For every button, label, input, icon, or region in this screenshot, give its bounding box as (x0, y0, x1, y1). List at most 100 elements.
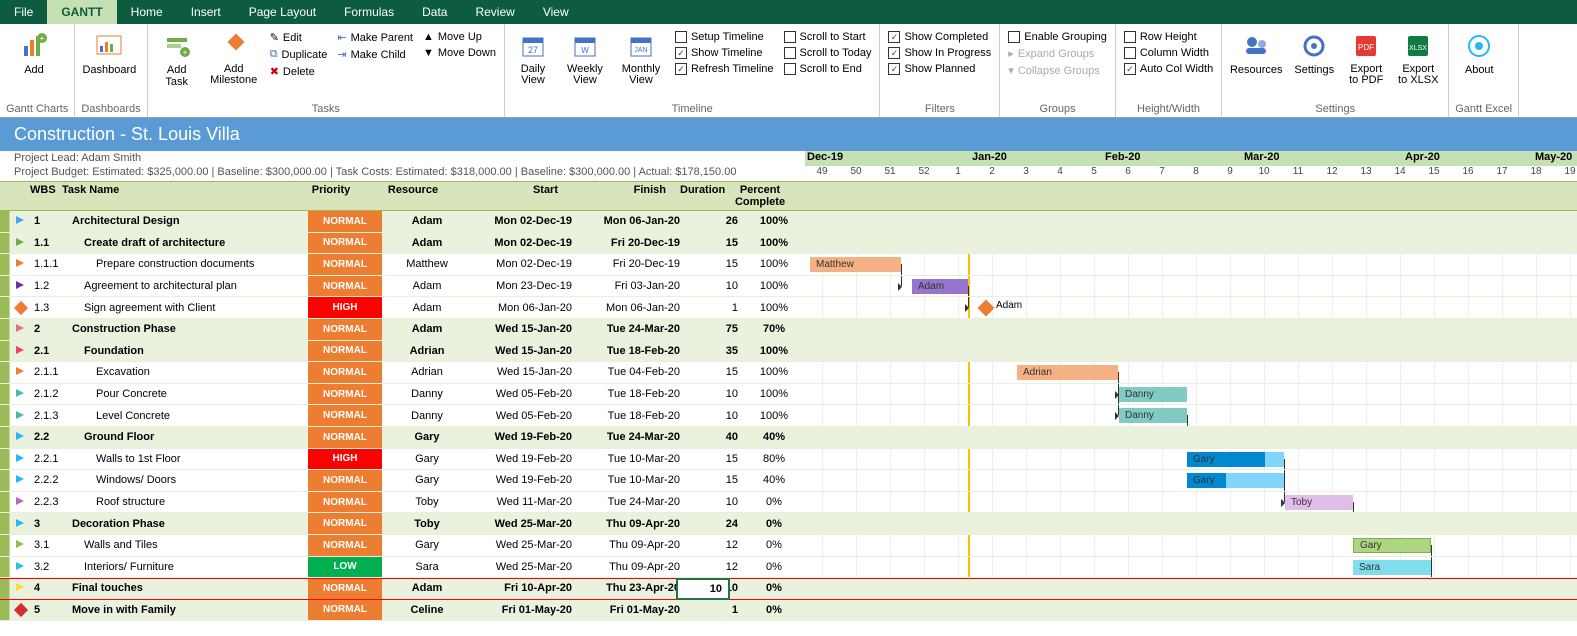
duration-cell[interactable]: 26 (690, 215, 744, 227)
wbs-cell[interactable]: 2.2.2 (30, 474, 72, 486)
task-name-cell[interactable]: Construction Phase (72, 323, 308, 335)
duration-cell[interactable]: 15 (690, 453, 744, 465)
priority-cell[interactable]: NORMAL (308, 405, 382, 426)
finish-cell[interactable]: Tue 18-Feb-20 (582, 410, 690, 422)
task-name-cell[interactable]: Foundation (72, 345, 308, 357)
about-button[interactable]: About (1455, 28, 1503, 78)
duration-cell[interactable]: 75 (690, 323, 744, 335)
duration-cell[interactable]: 10 (690, 280, 744, 292)
task-row[interactable]: 2.2.1Walls to 1st FloorHIGHGaryWed 19-Fe… (0, 449, 1577, 471)
priority-cell[interactable]: NORMAL (308, 233, 382, 254)
percent-cell[interactable]: 0% (744, 561, 804, 573)
tab-review[interactable]: Review (461, 0, 528, 24)
make-parent-button[interactable]: ⇤Make Parent (335, 30, 415, 45)
duration-cell[interactable]: 12 (690, 561, 744, 573)
task-name-cell[interactable]: Final touches (72, 582, 308, 594)
task-row[interactable]: 1.2Agreement to architectural planNORMAL… (0, 276, 1577, 298)
start-cell[interactable]: Wed 15-Jan-20 (472, 345, 582, 357)
task-name-cell[interactable]: Architectural Design (72, 215, 308, 227)
daily-view-button[interactable]: 27 Daily View (511, 28, 555, 88)
finish-cell[interactable]: Tue 10-Mar-20 (582, 474, 690, 486)
task-row[interactable]: 5Move in with FamilyNORMALCelineFri 01-M… (0, 600, 1577, 622)
resource-cell[interactable]: Danny (382, 388, 472, 400)
priority-cell[interactable]: NORMAL (308, 319, 382, 340)
finish-cell[interactable]: Tue 18-Feb-20 (582, 388, 690, 400)
scroll-end-button[interactable]: Scroll to End (782, 62, 874, 76)
resource-cell[interactable]: Celine (382, 604, 472, 616)
export-xlsx-button[interactable]: XLSX Export to XLSX (1394, 28, 1442, 88)
start-cell[interactable]: Wed 25-Mar-20 (472, 561, 582, 573)
priority-cell[interactable]: NORMAL (308, 492, 382, 513)
wbs-cell[interactable]: 2.1.2 (30, 388, 72, 400)
show-timeline-button[interactable]: ✓Show Timeline (673, 46, 776, 60)
percent-cell[interactable]: 100% (744, 366, 804, 378)
percent-cell[interactable]: 0% (744, 604, 804, 616)
wbs-cell[interactable]: 3 (30, 518, 72, 530)
wbs-cell[interactable]: 1.2 (30, 280, 72, 292)
start-cell[interactable]: Mon 06-Jan-20 (472, 302, 582, 314)
collapse-groups-button[interactable]: ▾Collapse Groups (1006, 63, 1109, 78)
priority-cell[interactable]: NORMAL (308, 362, 382, 383)
task-name-cell[interactable]: Sign agreement with Client (72, 302, 308, 314)
percent-cell[interactable]: 100% (744, 302, 804, 314)
resource-cell[interactable]: Gary (382, 474, 472, 486)
scroll-start-button[interactable]: Scroll to Start (782, 30, 874, 44)
col-width-button[interactable]: Column Width (1122, 46, 1215, 60)
duration-cell[interactable]: 35 (690, 345, 744, 357)
task-name-cell[interactable]: Move in with Family (72, 604, 308, 616)
task-name-cell[interactable]: Interiors/ Furniture (72, 561, 308, 573)
wbs-cell[interactable]: 2.2 (30, 431, 72, 443)
start-cell[interactable]: Wed 19-Feb-20 (472, 431, 582, 443)
monthly-view-button[interactable]: JAN Monthly View (615, 28, 667, 88)
finish-cell[interactable]: Tue 04-Feb-20 (582, 366, 690, 378)
wbs-cell[interactable]: 2.2.1 (30, 453, 72, 465)
task-name-cell[interactable]: Decoration Phase (72, 518, 308, 530)
resource-cell[interactable]: Gary (382, 539, 472, 551)
refresh-timeline-button[interactable]: ✓Refresh Timeline (673, 62, 776, 76)
settings-button[interactable]: Settings (1290, 28, 1338, 78)
finish-cell[interactable]: Tue 24-Mar-20 (582, 496, 690, 508)
resource-cell[interactable]: Adrian (382, 345, 472, 357)
priority-cell[interactable]: NORMAL (308, 578, 382, 599)
finish-header[interactable]: Finish (568, 182, 676, 198)
percent-cell[interactable]: 80% (744, 453, 804, 465)
make-child-button[interactable]: ⇥Make Child (335, 47, 415, 62)
tab-gantt[interactable]: GANTT (47, 0, 116, 24)
duration-cell[interactable]: 10 (690, 582, 744, 594)
percent-cell[interactable]: 40% (744, 474, 804, 486)
resource-cell[interactable]: Adam (382, 323, 472, 335)
task-row[interactable]: 2.1FoundationNORMALAdrianWed 15-Jan-20Tu… (0, 341, 1577, 363)
start-cell[interactable]: Mon 02-Dec-19 (472, 237, 582, 249)
duration-cell[interactable]: 10 (690, 410, 744, 422)
task-row[interactable]: 1.1Create draft of architectureNORMALAda… (0, 233, 1577, 255)
finish-cell[interactable]: Thu 23-Apr-20 (582, 582, 690, 594)
duration-cell[interactable]: 1 (690, 604, 744, 616)
task-row[interactable]: 1.3Sign agreement with ClientHIGHAdamMon… (0, 297, 1577, 319)
task-row[interactable]: 2Construction PhaseNORMALAdamWed 15-Jan-… (0, 319, 1577, 341)
start-cell[interactable]: Wed 25-Mar-20 (472, 539, 582, 551)
start-cell[interactable]: Wed 19-Feb-20 (472, 453, 582, 465)
start-cell[interactable]: Wed 15-Jan-20 (472, 323, 582, 335)
resource-cell[interactable]: Adam (382, 302, 472, 314)
start-cell[interactable]: Mon 02-Dec-19 (472, 258, 582, 270)
priority-cell[interactable]: NORMAL (308, 535, 382, 556)
move-up-button[interactable]: ▲Move Up (421, 30, 498, 44)
task-name-cell[interactable]: Ground Floor (72, 431, 308, 443)
finish-cell[interactable]: Tue 18-Feb-20 (582, 345, 690, 357)
task-name-header[interactable]: Task Name (58, 182, 294, 198)
priority-cell[interactable]: NORMAL (308, 211, 382, 232)
start-cell[interactable]: Wed 05-Feb-20 (472, 410, 582, 422)
wbs-cell[interactable]: 1.1 (30, 237, 72, 249)
scroll-today-button[interactable]: Scroll to Today (782, 46, 874, 60)
duration-header[interactable]: Duration (676, 182, 730, 198)
priority-cell[interactable]: NORMAL (308, 427, 382, 448)
percent-cell[interactable]: 0% (744, 496, 804, 508)
priority-cell[interactable]: NORMAL (308, 254, 382, 275)
setup-timeline-button[interactable]: Setup Timeline (673, 30, 776, 44)
start-cell[interactable]: Fri 10-Apr-20 (472, 582, 582, 594)
percent-cell[interactable]: 100% (744, 237, 804, 249)
resource-cell[interactable]: Toby (382, 496, 472, 508)
task-row[interactable]: 3.1Walls and TilesNORMALGaryWed 25-Mar-2… (0, 535, 1577, 557)
task-row[interactable]: 1.1.1Prepare construction documentsNORMA… (0, 254, 1577, 276)
task-name-cell[interactable]: Walls to 1st Floor (72, 453, 308, 465)
